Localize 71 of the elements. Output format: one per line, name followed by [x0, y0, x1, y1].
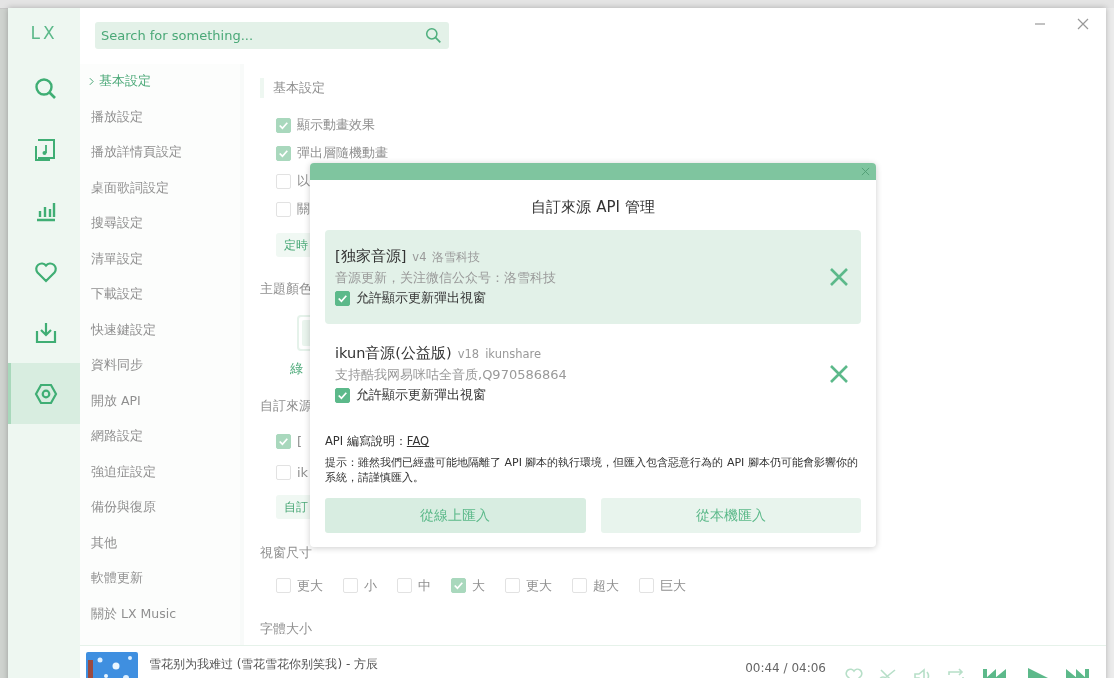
- source-name: [独家音源]: [335, 247, 407, 266]
- size-checkbox[interactable]: 小: [343, 570, 377, 601]
- check-icon: [336, 389, 349, 402]
- size-checkbox[interactable]: 更大: [505, 570, 552, 601]
- settings-nav-item[interactable]: 備份與復原: [80, 490, 240, 526]
- settings-nav-item[interactable]: 下載設定: [80, 277, 240, 313]
- size-checkbox[interactable]: 大: [451, 570, 485, 601]
- settings-nav-item[interactable]: 快速鍵設定: [80, 312, 240, 348]
- settings-nav-item[interactable]: 軟體更新: [80, 561, 240, 597]
- settings-nav-item[interactable]: 搜尋設定: [80, 206, 240, 242]
- close-icon[interactable]: [1077, 18, 1089, 30]
- settings-nav-item[interactable]: 開放 API: [80, 383, 240, 419]
- close-icon[interactable]: [861, 167, 870, 176]
- check-icon: [277, 435, 290, 448]
- settings-nav-item[interactable]: 強迫症設定: [80, 454, 240, 490]
- sidebar-item[interactable]: [8, 363, 80, 424]
- font-size-label: 字體大小: [260, 620, 312, 638]
- settings-nav-item[interactable]: 基本設定: [80, 64, 240, 100]
- check-icon: [452, 579, 465, 592]
- doc-label: API 編寫說明：: [325, 434, 407, 448]
- size-checkbox[interactable]: 更大: [276, 570, 323, 601]
- source-author: ikunshare: [485, 347, 542, 361]
- search-icon[interactable]: [425, 27, 442, 44]
- settings-nav-item[interactable]: 關於 LX Music: [80, 596, 240, 632]
- update-popup-checkbox[interactable]: 允許顯示更新彈出視窗: [335, 290, 829, 307]
- source-version: v4: [412, 250, 427, 264]
- settings-nav-item[interactable]: 播放設定: [80, 99, 240, 135]
- window-size-label: 視窗尺寸: [260, 544, 312, 562]
- search-icon: [33, 76, 58, 101]
- dialog-title: 自訂來源 API 管理: [530, 197, 656, 218]
- theme-name: 綠: [290, 360, 303, 378]
- settings-nav-item[interactable]: 其他: [80, 525, 240, 561]
- source-item[interactable]: ikun音源(公益版) v18 ikunshare 支持酷我网易咪咕全音质,Q970586864 允許顯示更新彈出視窗: [325, 332, 861, 416]
- download-icon: [33, 320, 58, 345]
- setting-checkbox[interactable]: 彈出層隨機動畫: [276, 139, 388, 167]
- warning-text: 提示：雖然我們已經盡可能地隔離了 API 腳本的執行環境，但匯入包含惡意行為的 API 腳本仍可能會影響你的系統，請謹慎匯入。: [325, 455, 859, 485]
- update-popup-checkbox[interactable]: 允許顯示更新彈出視窗: [335, 387, 829, 404]
- settings-nav-item[interactable]: 清單設定: [80, 241, 240, 277]
- settings-nav-item[interactable]: 播放詳情頁設定: [80, 135, 240, 171]
- source-checkbox[interactable]: ik: [276, 457, 309, 488]
- source-version: v18: [457, 347, 480, 361]
- size-checkbox[interactable]: 超大: [572, 570, 619, 601]
- size-checkbox[interactable]: 巨大: [639, 570, 686, 601]
- source-author: 洛雪科技: [432, 250, 481, 265]
- remove-icon[interactable]: [829, 364, 849, 384]
- setting-checkbox[interactable]: 顯示動畫效果: [276, 111, 388, 139]
- settings-icon: [33, 381, 58, 406]
- settings-nav-item[interactable]: 網路設定: [80, 419, 240, 455]
- source-description: 音源更新，关注微信公众号：洛雪科技: [335, 269, 557, 287]
- source-description: 支持酷我网易咪咕全音质,Q970586864: [335, 366, 568, 384]
- source-item[interactable]: [独家音源] v4 洛雪科技 音源更新，关注微信公众号：洛雪科技 允許顯示更新彈出視窗: [325, 230, 861, 324]
- settings-nav-item[interactable]: 資料同步: [80, 348, 240, 384]
- music-list-icon: [33, 137, 58, 162]
- remove-icon[interactable]: [829, 267, 849, 287]
- setting-checkbox[interactable]: 關: [276, 195, 388, 223]
- song-title: 雪花别为我难过 (雪花雪花你别笑我) - 方辰: [149, 656, 379, 673]
- faq-link[interactable]: FAQ: [406, 434, 430, 448]
- import-button[interactable]: 從線上匯入: [325, 498, 586, 533]
- source-name: ikun音源(公益版): [335, 344, 452, 363]
- app-logo: LX: [29, 22, 59, 45]
- check-icon: [336, 292, 349, 305]
- settings-nav-item[interactable]: 桌面歌詞設定: [80, 170, 240, 206]
- import-button[interactable]: 從本機匯入: [600, 498, 861, 533]
- chevron-icon: [89, 77, 94, 87]
- heart-icon: [33, 259, 58, 284]
- setting-checkbox[interactable]: 以: [276, 167, 388, 195]
- playback-time: 00:44 / 04:06: [745, 661, 826, 675]
- section-heading: 基本設定: [260, 78, 325, 98]
- source-checkbox[interactable]: [: [276, 426, 309, 457]
- search-field[interactable]: Search for something...: [95, 22, 449, 49]
- size-checkbox[interactable]: 中: [397, 570, 431, 601]
